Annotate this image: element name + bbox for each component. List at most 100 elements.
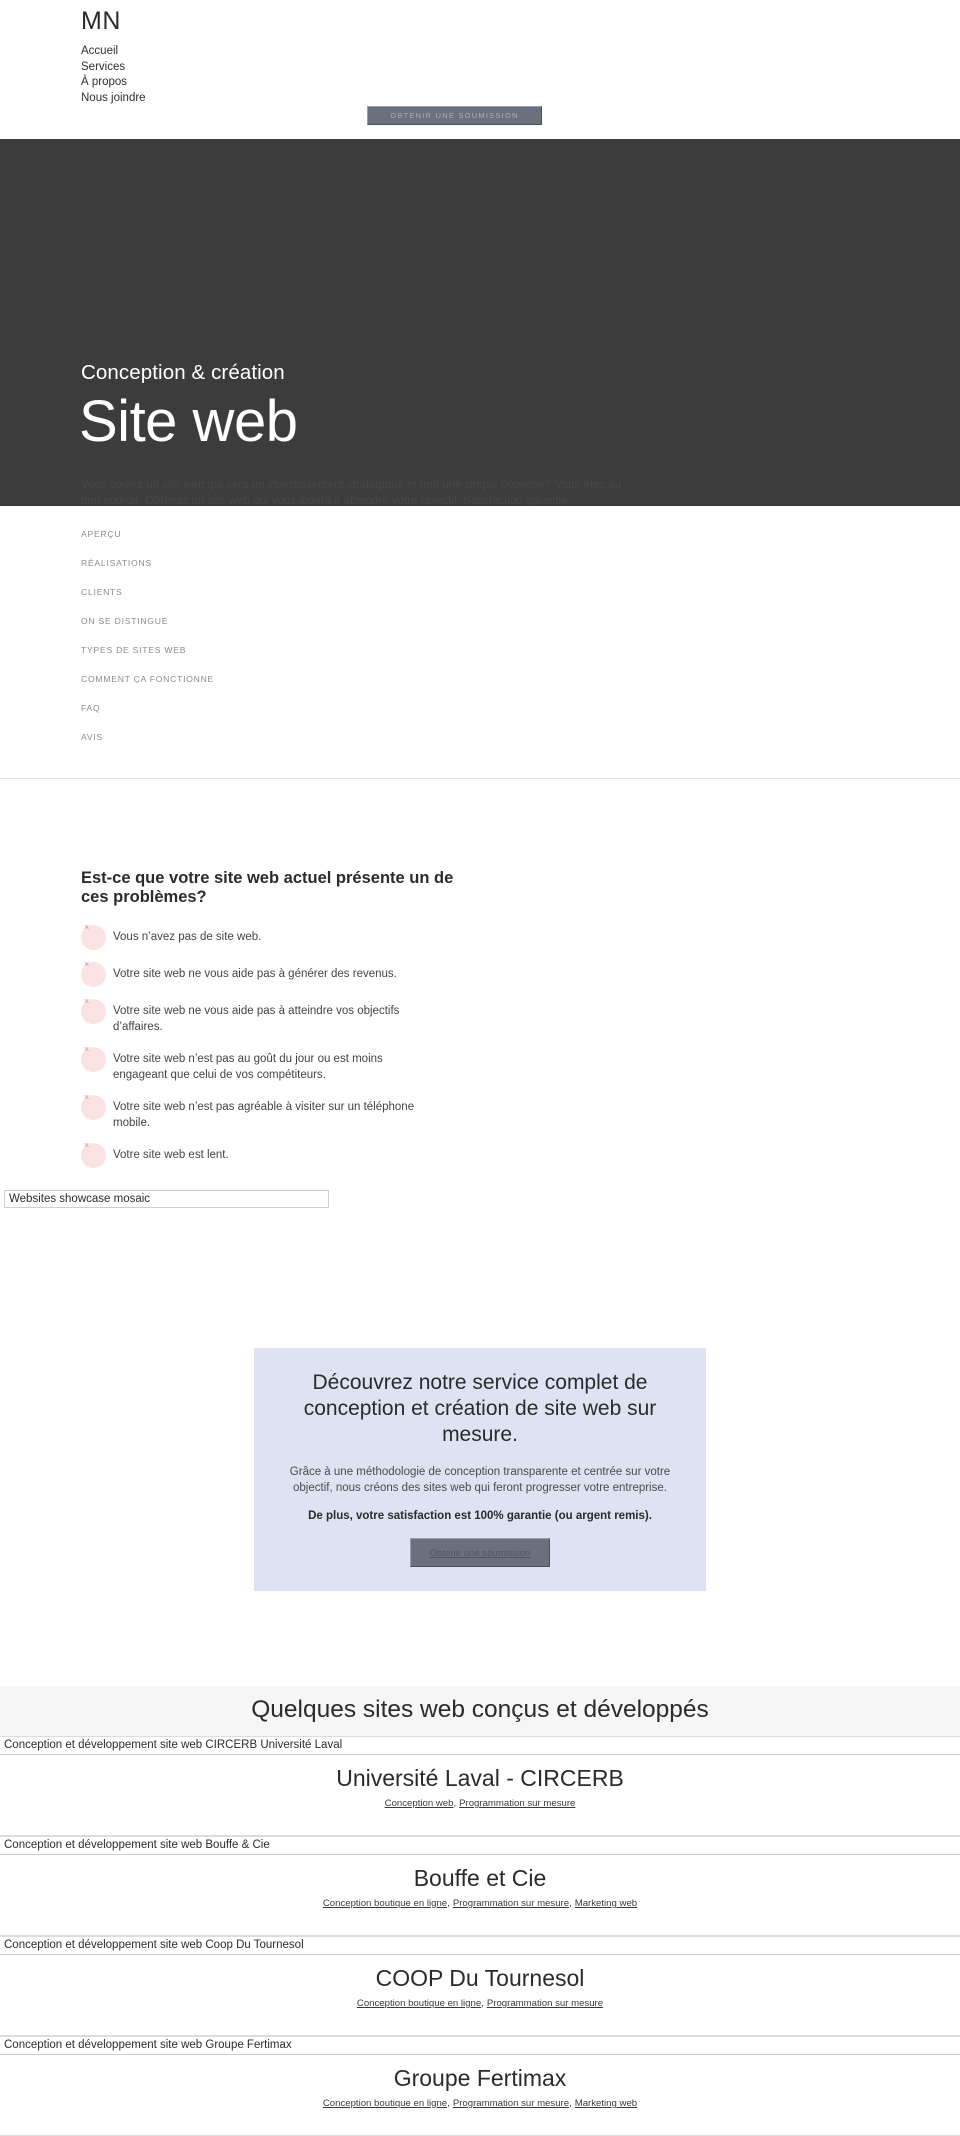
problem-text: Votre site web n’est pas au goût du jour… <box>113 1053 383 1081</box>
hero-paragraph: Vous voulez un site web qui sera un inve… <box>81 478 622 507</box>
anchor-navigation-list: APERÇU RÉALISATIONS CLIENTS ON SE DISTIN… <box>0 524 960 745</box>
problem-text: Vous n’avez pas de site web. <box>113 931 262 943</box>
problem-text: Votre site web n’est pas agréable à visi… <box>113 1101 415 1129</box>
nav-item-accueil[interactable]: Accueil <box>81 44 146 59</box>
project-tags: Conception boutique en ligne, Programmat… <box>0 1898 960 1909</box>
project-tag[interactable]: Programmation sur mesure <box>453 1898 569 1909</box>
header-quote-button[interactable]: OBTENIR UNE SOUMISSION <box>367 106 542 125</box>
site-header: MN Accueil Services À propos Nous joindr… <box>0 0 960 139</box>
project-image-placeholder: Conception et développement site web Bou… <box>0 1837 960 1855</box>
page-root: MN Accueil Services À propos Nous joindr… <box>0 0 960 2136</box>
cta-lead-text: Grâce à une méthodologie de conception t… <box>289 1466 671 1494</box>
x-mark-icon <box>81 1045 106 1072</box>
hero-eyebrow: Conception & création <box>81 361 285 384</box>
problem-item: Votre site web ne vous aide pas à génére… <box>81 960 960 987</box>
project-body: Bouffe et Cie Conception boutique en lig… <box>0 1855 960 1935</box>
anchor-link-on-se-distingue[interactable]: ON SE DISTINGUE <box>81 616 168 626</box>
anchor-link-comment-ca-fonctionne[interactable]: COMMENT ÇA FONCTIONNE <box>81 674 214 684</box>
anchor-item-apercu[interactable]: APERÇU <box>81 524 960 542</box>
tag-separator: , <box>447 1898 450 1909</box>
portfolio-section: Quelques sites web conçus et développés … <box>0 1686 960 2136</box>
hero-title: Site web <box>79 389 298 454</box>
nav-link-nous-joindre[interactable]: Nous joindre <box>81 91 146 106</box>
project-tags: Conception web, Programmation sur mesure <box>0 1798 960 1809</box>
project-tag[interactable]: Conception boutique en ligne <box>323 1898 447 1909</box>
anchor-item-on-se-distingue[interactable]: ON SE DISTINGUE <box>81 611 960 629</box>
project-image-placeholder: Conception et développement site web Coo… <box>0 1937 960 1955</box>
project-title: COOP Du Tournesol <box>375 1965 585 1991</box>
problem-item: Votre site web n’est pas agréable à visi… <box>81 1093 960 1131</box>
project-title: Bouffe et Cie <box>413 1865 547 1891</box>
anchor-item-realisations[interactable]: RÉALISATIONS <box>81 553 960 571</box>
anchor-item-clients[interactable]: CLIENTS <box>81 582 960 600</box>
anchor-item-faq[interactable]: FAQ <box>81 698 960 716</box>
problem-text: Votre site web est lent. <box>113 1149 229 1161</box>
nav-link-accueil[interactable]: Accueil <box>81 44 146 59</box>
x-mark-icon <box>81 960 106 987</box>
nav-link-services[interactable]: Services <box>81 60 146 75</box>
project-card[interactable]: Conception et développement site web Bou… <box>0 1836 960 1936</box>
problem-item: Vous n’avez pas de site web. <box>81 923 960 950</box>
x-mark-icon <box>81 997 106 1024</box>
project-body: Université Laval - CIRCERB Conception we… <box>0 1755 960 1835</box>
site-logo[interactable]: MN <box>81 6 121 36</box>
anchor-item-comment-ca-fonctionne[interactable]: COMMENT ÇA FONCTIONNE <box>81 669 960 687</box>
anchor-navigation: APERÇU RÉALISATIONS CLIENTS ON SE DISTIN… <box>0 506 960 779</box>
project-tag[interactable]: Programmation sur mesure <box>453 2098 569 2109</box>
tag-separator: , <box>481 1998 484 2009</box>
problems-list: Vous n’avez pas de site web. Votre site … <box>0 923 960 1168</box>
project-tag[interactable]: Programmation sur mesure <box>487 1998 603 2009</box>
project-image-placeholder: Conception et développement site web Gro… <box>0 2037 960 2055</box>
anchor-link-clients[interactable]: CLIENTS <box>81 587 123 597</box>
cta-guarantee-text: De plus, votre satisfaction est 100% gar… <box>308 1510 652 1522</box>
project-image-placeholder: Conception et développement site web CIR… <box>0 1737 960 1755</box>
x-mark-icon <box>81 1141 106 1168</box>
x-mark-icon <box>81 923 106 950</box>
tag-separator: , <box>453 1798 457 1809</box>
tag-separator: , <box>447 2098 450 2109</box>
anchor-link-realisations[interactable]: RÉALISATIONS <box>81 558 152 568</box>
nav-item-a-propos[interactable]: À propos <box>81 75 146 90</box>
project-tag[interactable]: Conception web <box>385 1798 454 1809</box>
problem-item: Votre site web est lent. <box>81 1141 960 1168</box>
cta-heading: Découvrez notre service complet de conce… <box>303 1371 657 1446</box>
anchor-item-types-de-sites-web[interactable]: TYPES DE SITES WEB <box>81 640 960 658</box>
project-tags: Conception boutique en ligne, Programmat… <box>0 2098 960 2109</box>
project-body: Groupe Fertimax Conception boutique en l… <box>0 2055 960 2135</box>
anchor-item-avis[interactable]: AVIS <box>81 727 960 745</box>
project-tag[interactable]: Conception boutique en ligne <box>323 2098 447 2109</box>
anchor-link-apercu[interactable]: APERÇU <box>81 529 121 539</box>
project-body: COOP Du Tournesol Conception boutique en… <box>0 1955 960 2035</box>
project-tag[interactable]: Marketing web <box>575 1898 637 1909</box>
anchor-link-avis[interactable]: AVIS <box>81 732 103 742</box>
cta-section: Découvrez notre service complet de conce… <box>0 1208 960 1686</box>
problems-section: Est-ce que votre site web actuel présent… <box>0 779 960 1208</box>
problems-heading: Est-ce que votre site web actuel présent… <box>81 869 454 906</box>
tag-separator: , <box>569 2098 572 2109</box>
main-navigation: Accueil Services À propos Nous joindre <box>81 44 146 106</box>
nav-item-nous-joindre[interactable]: Nous joindre <box>81 91 146 106</box>
project-tag[interactable]: Marketing web <box>575 2098 637 2109</box>
nav-item-services[interactable]: Services <box>81 60 146 75</box>
cta-quote-button[interactable]: Obtenir une soumission <box>410 1538 550 1567</box>
portfolio-heading: Quelques sites web conçus et développés <box>251 1696 709 1723</box>
problem-item: Votre site web ne vous aide pas à attein… <box>81 997 960 1035</box>
x-mark-icon <box>81 1093 106 1120</box>
nav-link-a-propos[interactable]: À propos <box>81 75 146 90</box>
project-tags: Conception boutique en ligne, Programmat… <box>0 1998 960 2009</box>
project-card[interactable]: Conception et développement site web CIR… <box>0 1736 960 1836</box>
project-title: Groupe Fertimax <box>393 2065 567 2091</box>
anchor-link-types-de-sites-web[interactable]: TYPES DE SITES WEB <box>81 645 186 655</box>
project-card[interactable]: Conception et développement site web Gro… <box>0 2036 960 2136</box>
showcase-image-placeholder: Websites showcase mosaic <box>4 1190 329 1208</box>
project-tag[interactable]: Conception boutique en ligne <box>357 1998 481 2009</box>
cta-box: Découvrez notre service complet de conce… <box>254 1348 706 1591</box>
problem-text: Votre site web ne vous aide pas à attein… <box>113 1005 400 1033</box>
project-title: Université Laval - CIRCERB <box>336 1765 624 1791</box>
problem-text: Votre site web ne vous aide pas à génére… <box>113 968 397 980</box>
project-card[interactable]: Conception et développement site web Coo… <box>0 1936 960 2036</box>
anchor-link-faq[interactable]: FAQ <box>81 703 100 713</box>
hero-section: Conception & création Site web Vous voul… <box>0 139 960 506</box>
cta-quote-button-label: Obtenir une soumission <box>429 1548 531 1559</box>
project-tag[interactable]: Programmation sur mesure <box>459 1798 575 1809</box>
